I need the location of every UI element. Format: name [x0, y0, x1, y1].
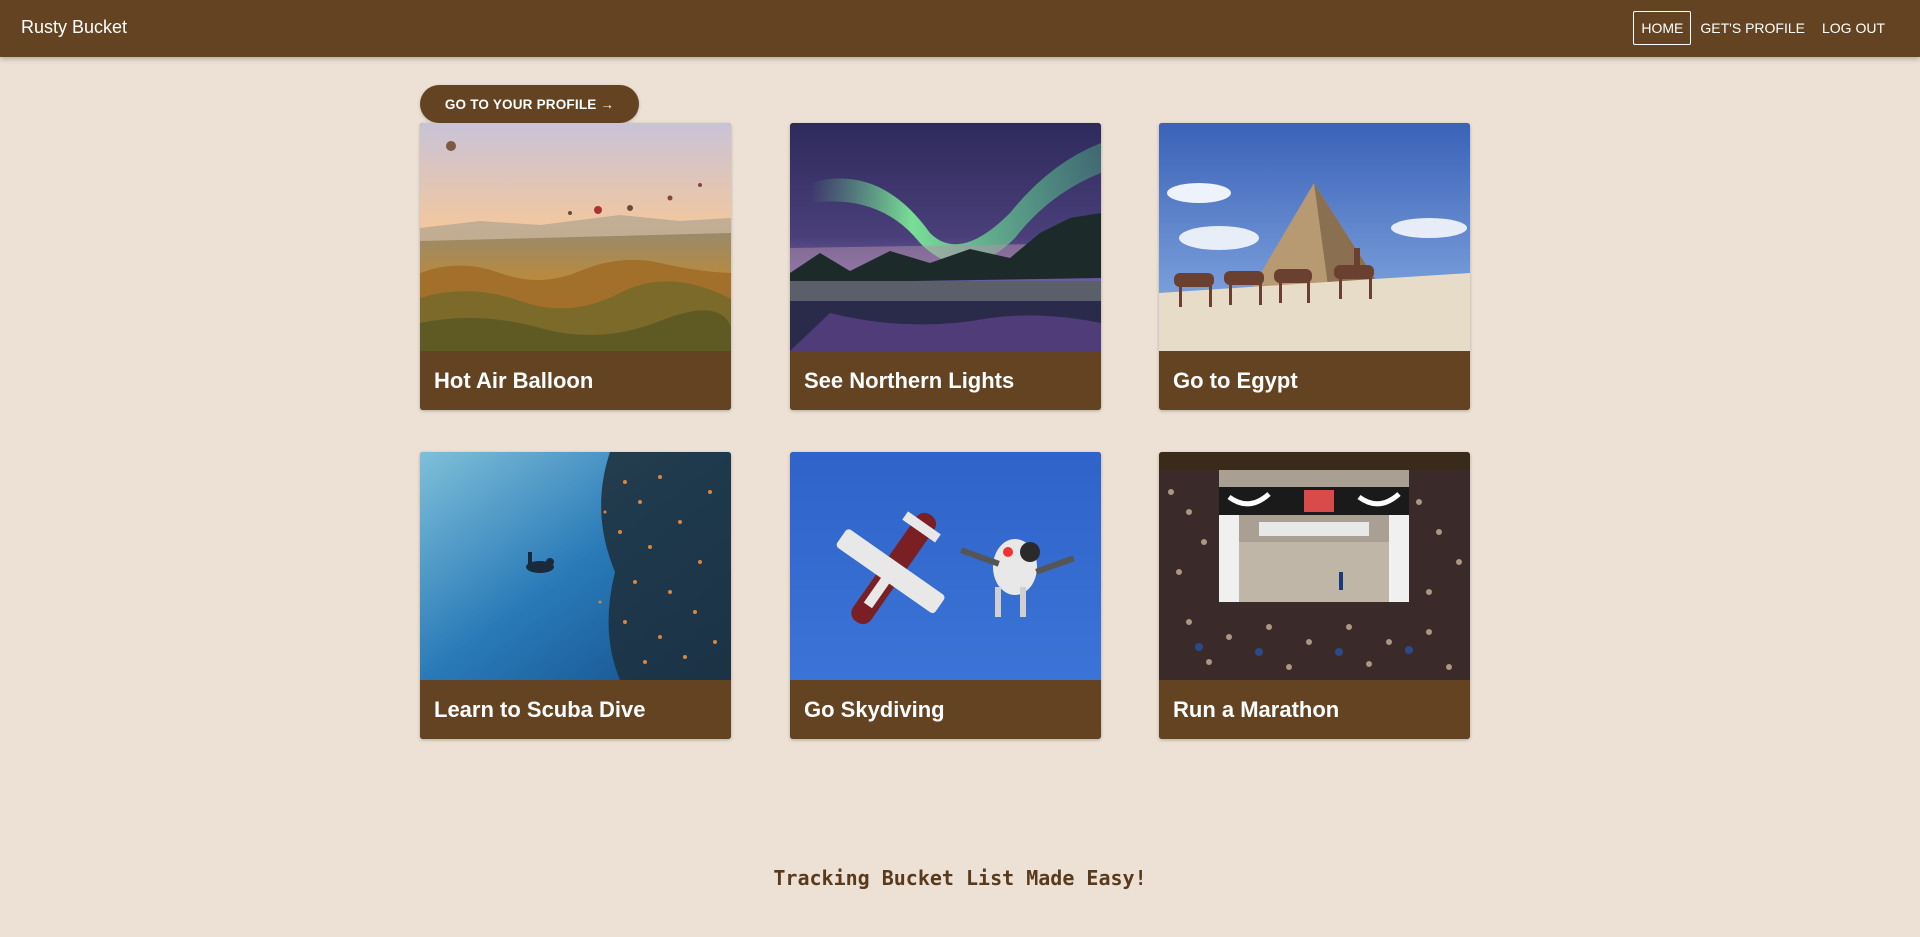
bucket-card-skydiving[interactable]: Go Skydiving: [790, 452, 1101, 739]
card-title: Learn to Scuba Dive: [420, 680, 731, 739]
bucket-card-marathon[interactable]: Run a Marathon: [1159, 452, 1470, 739]
nav-logout-link[interactable]: LOG OUT: [1814, 11, 1893, 45]
skydiving-image: [790, 452, 1101, 680]
go-to-profile-button[interactable]: GO TO YOUR PROFILE →: [420, 85, 639, 123]
card-title: Go to Egypt: [1159, 351, 1470, 410]
nav-profile-link[interactable]: GET'S PROFILE: [1692, 11, 1813, 45]
hot-air-balloon-image: [420, 123, 731, 351]
card-title: Hot Air Balloon: [420, 351, 731, 410]
brand-logo-text[interactable]: Rusty Bucket: [21, 17, 127, 38]
card-title: Run a Marathon: [1159, 680, 1470, 739]
marathon-image: [1159, 452, 1470, 680]
scuba-dive-image: [420, 452, 731, 680]
northern-lights-image: [790, 123, 1101, 351]
bucket-card-hot-air-balloon[interactable]: Hot Air Balloon: [420, 123, 731, 410]
card-title: Go Skydiving: [790, 680, 1101, 739]
bucket-card-scuba[interactable]: Learn to Scuba Dive: [420, 452, 731, 739]
egypt-pyramid-image: [1159, 123, 1470, 351]
nav-links: HOME GET'S PROFILE LOG OUT: [1633, 11, 1893, 45]
nav-home-link[interactable]: HOME: [1633, 11, 1692, 45]
card-title: See Northern Lights: [790, 351, 1101, 410]
bucket-card-northern-lights[interactable]: See Northern Lights: [790, 123, 1101, 410]
bucket-card-egypt[interactable]: Go to Egypt: [1159, 123, 1470, 410]
top-navbar: Rusty Bucket HOME GET'S PROFILE LOG OUT: [0, 0, 1920, 57]
footer-tagline: Tracking Bucket List Made Easy!: [773, 866, 1147, 890]
